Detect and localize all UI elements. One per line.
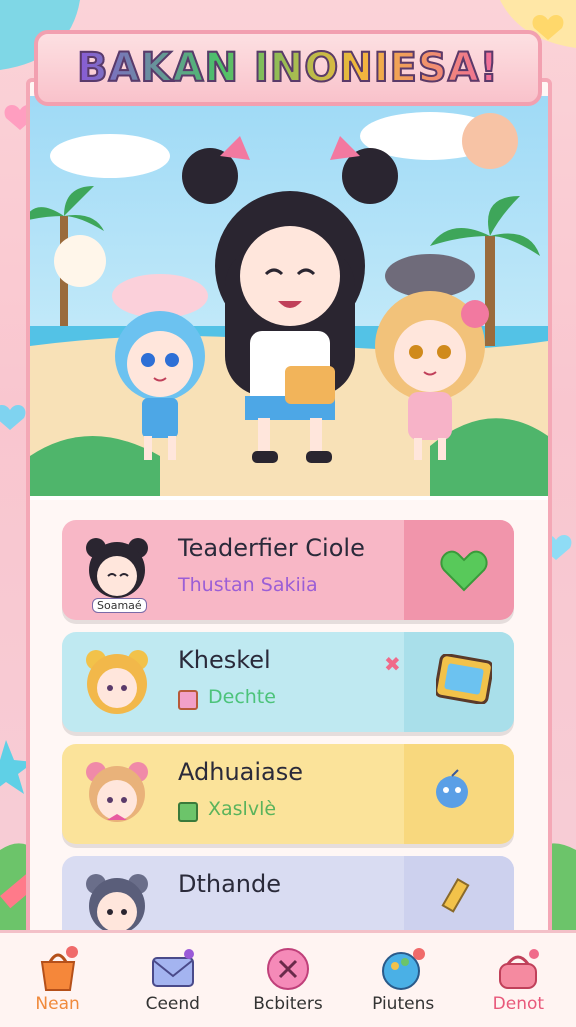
avatar xyxy=(86,538,148,598)
nav-label: Piutens xyxy=(372,994,435,1014)
gift-small-icon xyxy=(178,802,198,822)
hero-illustration xyxy=(30,96,548,500)
calendar-board-icon[interactable] xyxy=(436,654,492,704)
pencil-icon[interactable] xyxy=(434,878,474,918)
nav-item-bcbiters[interactable]: Bcbiters xyxy=(238,946,338,1014)
title-banner: BAKAN INONIESA! xyxy=(34,30,542,106)
avatar-badge: Soamaé xyxy=(92,598,147,613)
character-subtitle: Thustan Sakiia xyxy=(178,574,318,596)
character-name: Dthande xyxy=(178,870,282,898)
handbag-icon xyxy=(499,949,540,989)
character-card[interactable]: Kheskel Dechte ✖ xyxy=(62,632,514,732)
nav-label: Ceend xyxy=(145,994,200,1014)
envelope-icon xyxy=(151,949,194,987)
character-name: Adhuaiase xyxy=(178,758,304,786)
character-subtitle: Xaslvlè xyxy=(208,798,277,820)
bottom-navigation: Nean Ceend Bcbiters Piutens Denot xyxy=(0,930,576,1027)
green-heart-icon[interactable] xyxy=(440,548,488,592)
avatar xyxy=(86,762,148,822)
blue-creature-icon[interactable] xyxy=(430,768,474,812)
shopping-bag-icon xyxy=(40,946,78,991)
nav-item-piutens[interactable]: Piutens xyxy=(353,946,453,1014)
close-circle-icon xyxy=(266,948,309,990)
nav-label: Bcbiters xyxy=(253,994,323,1014)
nav-label: Nean xyxy=(35,994,80,1014)
game-title: BAKAN INONIESA! xyxy=(76,44,499,92)
character-name: Teaderfier Ciole xyxy=(178,534,365,562)
paint-palette-icon xyxy=(382,948,426,990)
avatar xyxy=(86,650,148,714)
nav-item-ceend[interactable]: Ceend xyxy=(123,946,223,1014)
character-subtitle: Dechte xyxy=(208,686,276,708)
nav-label: Denot xyxy=(492,994,545,1014)
calendar-small-icon xyxy=(178,690,198,710)
character-card[interactable]: Soamaé Teaderfier Ciole Thustan Sakiia xyxy=(62,520,514,620)
character-card[interactable]: Adhuaiase Xaslvlè xyxy=(62,744,514,844)
character-list: Soamaé Teaderfier Ciole Thustan Sakiia K… xyxy=(62,520,514,968)
character-name: Kheskel xyxy=(178,646,271,674)
nav-item-denot[interactable]: Denot xyxy=(468,946,568,1014)
nav-item-nean[interactable]: Nean xyxy=(8,946,108,1014)
sparkle-icon: ✖ xyxy=(384,652,401,676)
